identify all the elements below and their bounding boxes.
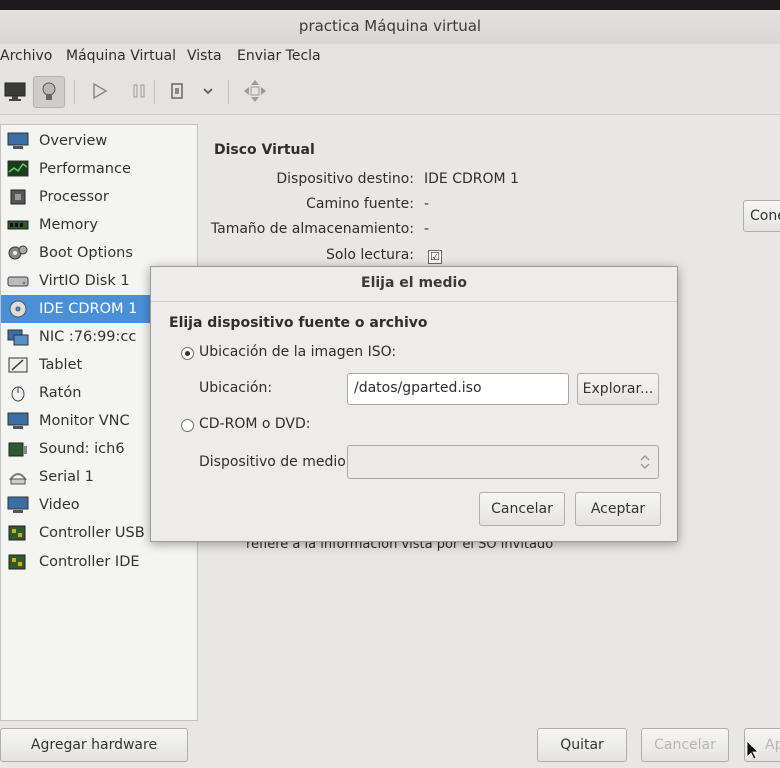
connect-button[interactable]: Cone (743, 200, 780, 232)
performance-icon (7, 160, 29, 178)
device-label: Dispositivo de medio: (199, 454, 351, 470)
field-label: Solo lectura: (326, 247, 414, 263)
location-label: Ubicación: (199, 380, 273, 396)
toolbar-separator (228, 80, 229, 104)
sidebar-item-processor[interactable]: Processor (1, 183, 197, 211)
menu-vista[interactable]: Vista (187, 48, 222, 64)
readonly-checkbox[interactable]: ☑ (428, 250, 442, 264)
system-top-bar (0, 0, 780, 10)
remove-button[interactable]: Quitar (537, 728, 627, 762)
menu-maquina-virtual[interactable]: Máquina Virtual (66, 48, 176, 64)
sound-icon (7, 440, 29, 458)
dialog-title: Elija el medio (361, 275, 467, 291)
window-titlebar: practica Máquina virtual (0, 10, 780, 45)
chevron-down-icon[interactable] (193, 76, 223, 106)
serial-icon (7, 468, 29, 486)
toolbar-separator (74, 80, 75, 104)
sidebar-item-memory[interactable]: Memory (1, 211, 197, 239)
dialog-heading: Elija dispositivo fuente o archivo (169, 315, 428, 331)
toolbar (0, 70, 780, 115)
device-select[interactable] (347, 445, 659, 479)
video-icon (7, 496, 29, 514)
overview-icon (7, 132, 29, 150)
memory-icon (7, 216, 29, 234)
sidebar-item-overview[interactable]: Overview (1, 127, 197, 155)
iso-option-label[interactable]: Ubicación de la imagen ISO: (199, 344, 396, 360)
add-hardware-button[interactable]: Agregar hardware (0, 728, 188, 762)
cdrom-option-label[interactable]: CD-ROM o DVD: (199, 416, 311, 432)
cancel-button[interactable]: Cancelar (641, 728, 729, 762)
window-title: practica Máquina virtual (298, 17, 482, 35)
field-label: Camino fuente: (306, 196, 414, 212)
section-heading: Disco Virtual (214, 142, 315, 158)
cdrom-radio[interactable] (181, 419, 194, 432)
choose-media-dialog: Elija el medio Elija dispositivo fuente … (150, 266, 678, 542)
controller-icon (7, 553, 29, 571)
dialog-cancel-button[interactable]: Cancelar (479, 492, 565, 526)
sidebar-item-boot-options[interactable]: Boot Options (1, 239, 197, 267)
cdrom-icon (7, 300, 29, 318)
field-value: IDE CDROM 1 (424, 171, 519, 187)
tablet-icon (7, 356, 29, 374)
browse-button[interactable]: Explorar... (577, 373, 659, 405)
field-value: - (424, 221, 430, 237)
location-input[interactable]: /datos/gparted.iso (347, 373, 569, 405)
menu-enviar-tecla[interactable]: Enviar Tecla (237, 48, 321, 64)
iso-radio[interactable] (181, 347, 194, 360)
lightbulb-icon[interactable] (33, 76, 65, 108)
gears-icon (7, 244, 29, 262)
monitor-icon[interactable] (0, 76, 30, 106)
dialog-accept-button[interactable]: Aceptar (575, 492, 661, 526)
field-value: - (424, 196, 430, 212)
monitor-icon (7, 412, 29, 430)
pause-icon[interactable] (124, 76, 154, 106)
stop-icon[interactable] (162, 76, 192, 106)
move-icon[interactable] (240, 76, 270, 106)
mouse-icon (7, 384, 29, 402)
controller-icon (7, 524, 29, 542)
updown-icon (640, 454, 650, 474)
processor-icon (7, 188, 29, 206)
nic-icon (7, 328, 29, 346)
menu-bar: Archivo Máquina Virtual Vista Enviar Tec… (0, 44, 780, 70)
disk-icon (7, 272, 29, 290)
cursor-icon (746, 740, 760, 764)
toolbar-separator (154, 80, 155, 104)
field-label: Tamaño de almacenamiento: (210, 221, 414, 237)
menu-archivo[interactable]: Archivo (0, 48, 52, 64)
sidebar-item-performance[interactable]: Performance (1, 155, 197, 183)
dialog-divider (151, 301, 677, 302)
sidebar-item-controller-ide[interactable]: Controller IDE (1, 548, 197, 576)
play-icon[interactable] (84, 76, 114, 106)
field-label: Dispositivo destino: (276, 171, 414, 187)
